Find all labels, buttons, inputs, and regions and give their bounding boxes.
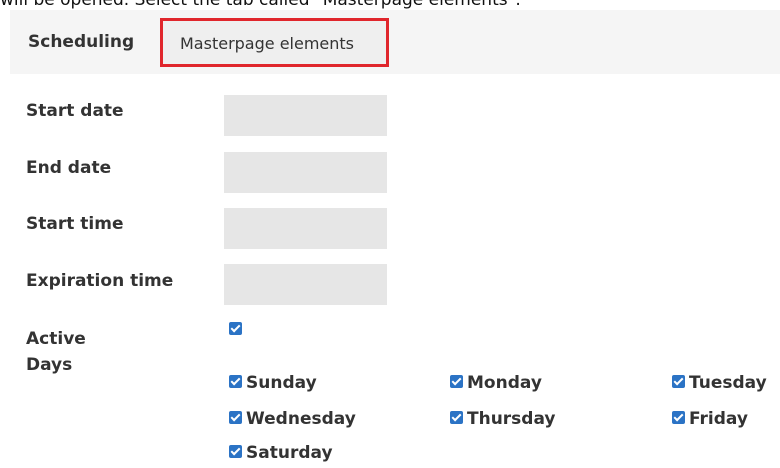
start-date-field[interactable] <box>224 95 387 136</box>
expiration-time-label: Expiration time <box>26 271 174 291</box>
day-saturday[interactable]: Saturday <box>229 443 333 463</box>
end-date-label: End date <box>26 158 112 178</box>
tab-scheduling[interactable]: Scheduling <box>28 32 134 52</box>
thursday-checkbox[interactable] <box>450 410 463 424</box>
tuesday-checkbox[interactable] <box>672 374 685 388</box>
start-time-field[interactable] <box>224 208 387 249</box>
expiration-time-field[interactable] <box>224 264 387 305</box>
active-label: Active <box>26 329 86 349</box>
friday-checkbox[interactable] <box>672 410 685 424</box>
day-monday[interactable]: Monday <box>450 373 542 393</box>
day-sunday[interactable]: Sunday <box>229 373 317 393</box>
day-monday-label: Monday <box>467 373 542 393</box>
instruction-text: will be opened. Select the tab called "M… <box>0 0 521 10</box>
day-thursday[interactable]: Thursday <box>450 409 556 429</box>
monday-checkbox[interactable] <box>450 374 463 388</box>
wednesday-checkbox[interactable] <box>229 410 242 424</box>
saturday-checkbox[interactable] <box>229 444 242 458</box>
day-wednesday[interactable]: Wednesday <box>229 409 356 429</box>
day-thursday-label: Thursday <box>467 409 556 429</box>
days-label: Days <box>26 355 73 375</box>
day-sunday-label: Sunday <box>246 373 317 393</box>
sunday-checkbox[interactable] <box>229 374 242 388</box>
day-saturday-label: Saturday <box>246 443 333 463</box>
tab-masterpage-elements[interactable]: Masterpage elements <box>160 18 389 67</box>
start-time-label: Start time <box>26 214 124 234</box>
day-tuesday-label: Tuesday <box>689 373 767 393</box>
tab-masterpage-elements-label: Masterpage elements <box>180 34 354 53</box>
end-date-field[interactable] <box>224 152 387 193</box>
day-tuesday[interactable]: Tuesday <box>672 373 767 393</box>
day-friday-label: Friday <box>689 409 748 429</box>
tab-bar: Scheduling Masterpage elements <box>10 10 780 74</box>
start-date-label: Start date <box>26 101 124 121</box>
active-checkbox[interactable] <box>229 322 242 335</box>
day-wednesday-label: Wednesday <box>246 409 356 429</box>
day-friday[interactable]: Friday <box>672 409 748 429</box>
